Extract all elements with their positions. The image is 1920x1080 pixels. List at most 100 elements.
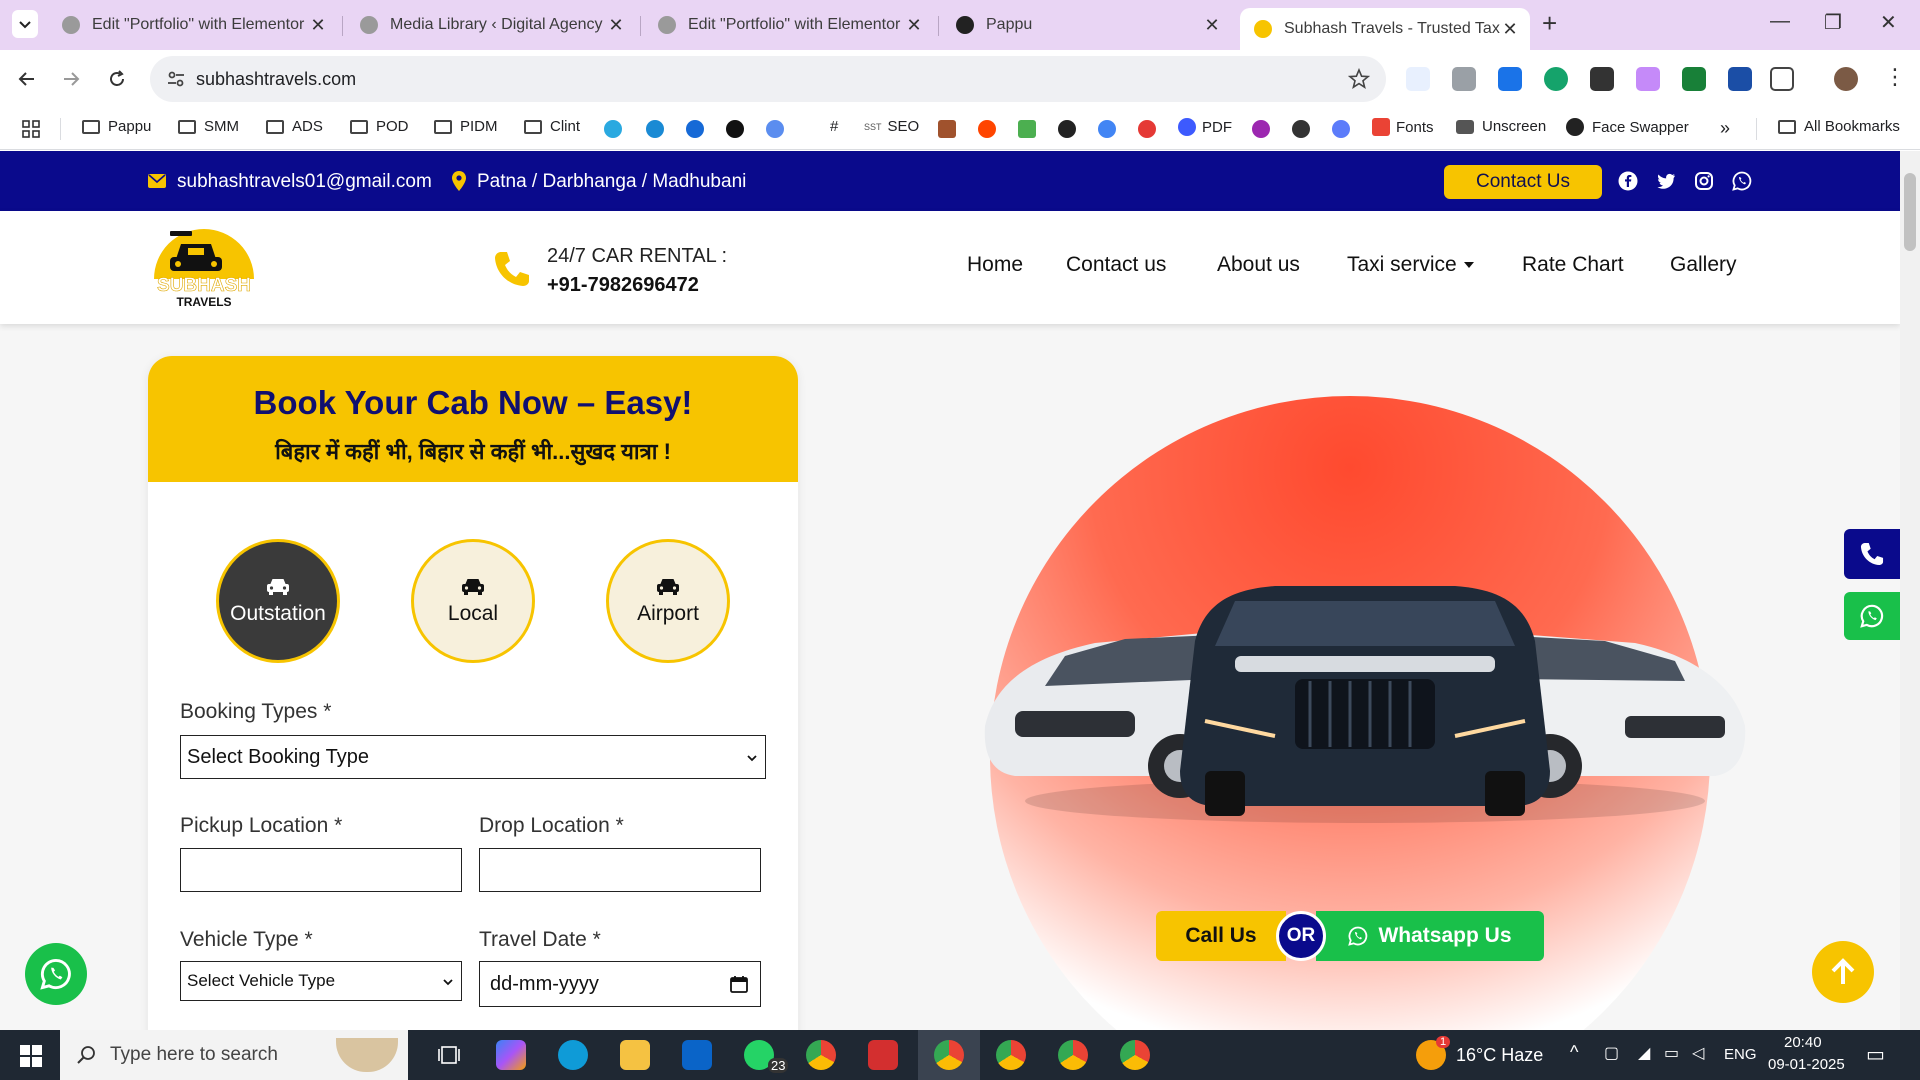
subhash-travels-logo[interactable]: SUBHASH TRAVELS [148, 227, 260, 309]
grammarly-icon[interactable] [1544, 67, 1568, 91]
booking-type-select[interactable]: Select Booking Type [180, 735, 766, 779]
nav-home[interactable]: Home [967, 253, 1023, 277]
bookmark-folder-ads[interactable]: ADS [266, 118, 323, 135]
trip-type-outstation[interactable]: Outstation [216, 539, 340, 663]
profile-avatar[interactable] [1834, 67, 1858, 91]
chatgpt-bookmark-icon[interactable] [726, 120, 744, 138]
bookmark-folder-clint[interactable]: Clint [524, 118, 580, 135]
floating-whatsapp-button[interactable] [1844, 592, 1900, 640]
chrome-icon[interactable] [806, 1040, 836, 1070]
nav-taxi-service[interactable]: Taxi service [1347, 253, 1475, 277]
bookmark-seo[interactable]: SST SEO [864, 118, 919, 135]
flutter-bookmark-icon[interactable] [604, 120, 622, 138]
reload-button[interactable] [102, 64, 132, 94]
tab-pappu[interactable]: Pappu ✕ [942, 8, 1232, 42]
seven-bookmark-icon[interactable] [1018, 120, 1036, 138]
outlook-icon[interactable] [682, 1040, 712, 1070]
topbar-email[interactable]: subhashtravels01@gmail.com [177, 171, 432, 193]
bookmark-unscreen[interactable]: Unscreen [1456, 118, 1546, 135]
floating-call-button[interactable] [1844, 529, 1900, 579]
nav-rate-chart[interactable]: Rate Chart [1522, 253, 1624, 277]
edge-icon[interactable] [558, 1040, 588, 1070]
notification-icon[interactable]: ▭ [1866, 1042, 1885, 1067]
instagram-icon[interactable] [1694, 171, 1714, 191]
globe-bookmark-icon[interactable] [1058, 120, 1076, 138]
restore-icon[interactable]: ❐ [1824, 10, 1842, 35]
language-indicator[interactable]: ENG [1724, 1046, 1757, 1063]
scrollbar-thumb[interactable] [1904, 173, 1916, 251]
drop-location-input[interactable] [479, 848, 761, 892]
screen-extension-icon[interactable] [1728, 67, 1752, 91]
close-icon[interactable]: ✕ [1500, 19, 1520, 40]
close-window-icon[interactable]: ✕ [1880, 10, 1897, 35]
chrome-profile-icon[interactable] [1058, 1040, 1088, 1070]
bookmark-folder-pappu[interactable]: Pappu [82, 118, 151, 135]
bookmark-folder-pod[interactable]: POD [350, 118, 409, 135]
bookmark-folder-smm[interactable]: SMM [178, 118, 239, 135]
file-explorer-icon[interactable] [620, 1040, 650, 1070]
pickup-location-input[interactable] [180, 848, 462, 892]
bookmarks-overflow-button[interactable]: » [1720, 118, 1730, 139]
bookmark-hash[interactable]: # [830, 118, 838, 135]
close-icon[interactable]: ✕ [904, 15, 924, 36]
gemini-bookmark-icon[interactable] [766, 120, 784, 138]
minimize-icon[interactable]: — [1770, 10, 1790, 33]
task-view-icon[interactable] [434, 1040, 464, 1070]
reddit-bookmark-icon[interactable] [978, 120, 996, 138]
flag-extension-icon[interactable] [1682, 67, 1706, 91]
close-icon[interactable]: ✕ [606, 15, 626, 36]
whatsapp-us-button[interactable]: Whatsapp Us [1316, 911, 1544, 961]
tab-elementor-2[interactable]: Edit "Portfolio" with Elementor ✕ [644, 8, 934, 42]
bookmark-face-swapper[interactable]: Face Swapper [1566, 118, 1689, 136]
acrobat-icon[interactable] [868, 1040, 898, 1070]
trip-type-local[interactable]: Local [411, 539, 535, 663]
pen-extension-icon[interactable] [1406, 67, 1430, 91]
nav-about-us[interactable]: About us [1217, 253, 1300, 277]
link-bookmark-icon[interactable] [1332, 120, 1350, 138]
orb-bookmark-icon[interactable] [1252, 120, 1270, 138]
travel-date-input[interactable]: dd-mm-yyyy [479, 961, 761, 1007]
nav-gallery[interactable]: Gallery [1670, 253, 1737, 277]
volume-icon[interactable]: ◁ [1692, 1043, 1704, 1063]
facebook-icon[interactable] [1618, 171, 1638, 191]
star-icon[interactable] [1348, 68, 1370, 90]
scroll-to-top-button[interactable] [1812, 941, 1874, 1003]
chrome-profile-icon[interactable] [1120, 1040, 1150, 1070]
vehicle-type-select[interactable]: Select Vehicle Type [180, 961, 462, 1001]
chevron-up-icon[interactable]: ^ [1570, 1042, 1578, 1063]
c-bookmark-icon[interactable] [686, 120, 704, 138]
table-bookmark-icon[interactable] [938, 120, 956, 138]
whatsapp-icon[interactable] [1732, 171, 1752, 191]
close-icon[interactable]: ✕ [1202, 15, 1222, 36]
bookmark-pdf[interactable]: PDF [1178, 118, 1232, 136]
more-menu-icon[interactable]: ⋮ [1884, 64, 1906, 90]
tab-search-button[interactable] [12, 10, 38, 38]
bookmark-fonts[interactable]: Fonts [1372, 118, 1434, 136]
clock-date[interactable]: 09-01-2025 [1768, 1056, 1845, 1073]
back-button[interactable] [12, 64, 42, 94]
heart-bookmark-icon[interactable] [1138, 120, 1156, 138]
site-info-icon[interactable] [166, 69, 186, 89]
clock-time[interactable]: 20:40 [1784, 1034, 1822, 1051]
address-bar[interactable]: subhashtravels.com [150, 56, 1386, 102]
call-us-button[interactable]: Call Us [1156, 911, 1286, 961]
bookmark-folder-pidm[interactable]: PIDM [434, 118, 498, 135]
close-icon[interactable]: ✕ [308, 15, 328, 36]
code-extension-icon[interactable] [1452, 67, 1476, 91]
extensions-puzzle-icon[interactable] [1770, 67, 1794, 91]
new-tab-button[interactable]: + [1542, 8, 1557, 39]
spy-extension-icon[interactable] [1590, 67, 1614, 91]
windows-start-icon[interactable] [20, 1045, 42, 1067]
forward-button[interactable] [56, 64, 86, 94]
battery-icon[interactable]: ▭ [1664, 1043, 1679, 1063]
trip-type-airport[interactable]: Airport [606, 539, 730, 663]
apps-grid-icon[interactable] [22, 120, 40, 138]
page-scrollbar[interactable] [1900, 151, 1920, 1030]
nav-contact-us[interactable]: Contact us [1066, 253, 1166, 277]
skype-bookmark-icon[interactable] [646, 120, 664, 138]
rental-phone-number[interactable]: +91-7982696472 [547, 274, 699, 297]
weather-text[interactable]: 16°C Haze [1456, 1045, 1543, 1066]
tab-elementor-1[interactable]: Edit "Portfolio" with Elementor ✕ [48, 8, 338, 42]
contact-us-button[interactable]: Contact Us [1444, 165, 1602, 199]
threads-bookmark-icon[interactable] [1292, 120, 1310, 138]
